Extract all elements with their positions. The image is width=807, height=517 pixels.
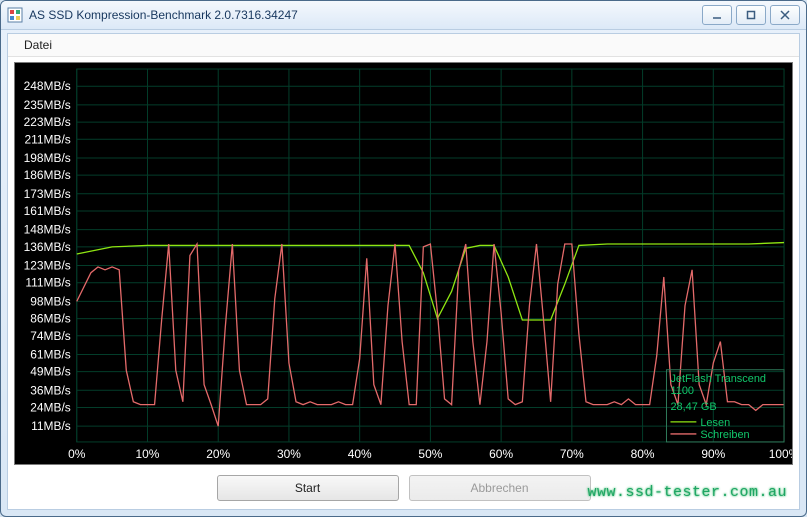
- titlebar[interactable]: AS SSD Kompression-Benchmark 2.0.7316.34…: [1, 1, 806, 30]
- cancel-button: Abbrechen: [409, 475, 591, 501]
- menu-file[interactable]: Datei: [16, 36, 60, 54]
- svg-text:10%: 10%: [136, 447, 160, 461]
- svg-text:80%: 80%: [631, 447, 655, 461]
- svg-text:148MB/s: 148MB/s: [24, 223, 71, 237]
- watermark-text: www.ssd-tester.com.au: [587, 484, 787, 501]
- svg-text:49MB/s: 49MB/s: [30, 365, 71, 379]
- minimize-button[interactable]: [702, 5, 732, 25]
- svg-text:198MB/s: 198MB/s: [24, 151, 71, 165]
- svg-text:JetFlash Transcend: JetFlash Transcend: [670, 373, 766, 385]
- svg-text:74MB/s: 74MB/s: [30, 329, 71, 343]
- svg-text:70%: 70%: [560, 447, 584, 461]
- client-area: Datei 11MB/s 24MB/s 36MB/s 49MB/s 61MB/s 74MB…: [7, 33, 800, 510]
- svg-text:60%: 60%: [489, 447, 513, 461]
- svg-text:28,47 GB: 28,47 GB: [670, 401, 716, 413]
- svg-text:100%: 100%: [769, 447, 792, 461]
- svg-text:86MB/s: 86MB/s: [30, 312, 71, 326]
- svg-text:Schreiben: Schreiben: [700, 429, 749, 441]
- compression-chart: 11MB/s 24MB/s 36MB/s 49MB/s 61MB/s 74MB/s 86MB…: [15, 63, 792, 464]
- app-icon: [7, 7, 23, 23]
- svg-text:20%: 20%: [206, 447, 230, 461]
- svg-text:161MB/s: 161MB/s: [24, 204, 71, 218]
- menubar: Datei: [8, 34, 799, 57]
- svg-text:30%: 30%: [277, 447, 301, 461]
- svg-text:223MB/s: 223MB/s: [24, 115, 71, 129]
- svg-text:136MB/s: 136MB/s: [24, 240, 71, 254]
- window-controls: [702, 5, 800, 25]
- svg-text:36MB/s: 36MB/s: [30, 383, 71, 397]
- chart-area: 11MB/s 24MB/s 36MB/s 49MB/s 61MB/s 74MB/s 86MB…: [14, 62, 793, 465]
- svg-text:173MB/s: 173MB/s: [24, 187, 71, 201]
- window-title: AS SSD Kompression-Benchmark 2.0.7316.34…: [29, 8, 702, 22]
- svg-text:1100: 1100: [670, 385, 694, 397]
- start-button[interactable]: Start: [217, 475, 399, 501]
- svg-text:11MB/s: 11MB/s: [31, 419, 71, 433]
- svg-text:24MB/s: 24MB/s: [30, 400, 71, 414]
- svg-text:0%: 0%: [68, 447, 86, 461]
- svg-text:90%: 90%: [701, 447, 725, 461]
- svg-text:186MB/s: 186MB/s: [24, 168, 71, 182]
- svg-text:123MB/s: 123MB/s: [24, 258, 71, 272]
- svg-text:111MB/s: 111MB/s: [25, 276, 70, 290]
- svg-text:50%: 50%: [418, 447, 442, 461]
- svg-text:248MB/s: 248MB/s: [24, 79, 71, 93]
- svg-text:40%: 40%: [348, 447, 372, 461]
- application-window: AS SSD Kompression-Benchmark 2.0.7316.34…: [0, 0, 807, 517]
- svg-text:Lesen: Lesen: [700, 417, 730, 429]
- svg-text:61MB/s: 61MB/s: [30, 347, 71, 361]
- close-button[interactable]: [770, 5, 800, 25]
- svg-text:211MB/s: 211MB/s: [25, 132, 71, 146]
- svg-text:98MB/s: 98MB/s: [30, 294, 71, 308]
- svg-text:235MB/s: 235MB/s: [24, 98, 71, 112]
- maximize-button[interactable]: [736, 5, 766, 25]
